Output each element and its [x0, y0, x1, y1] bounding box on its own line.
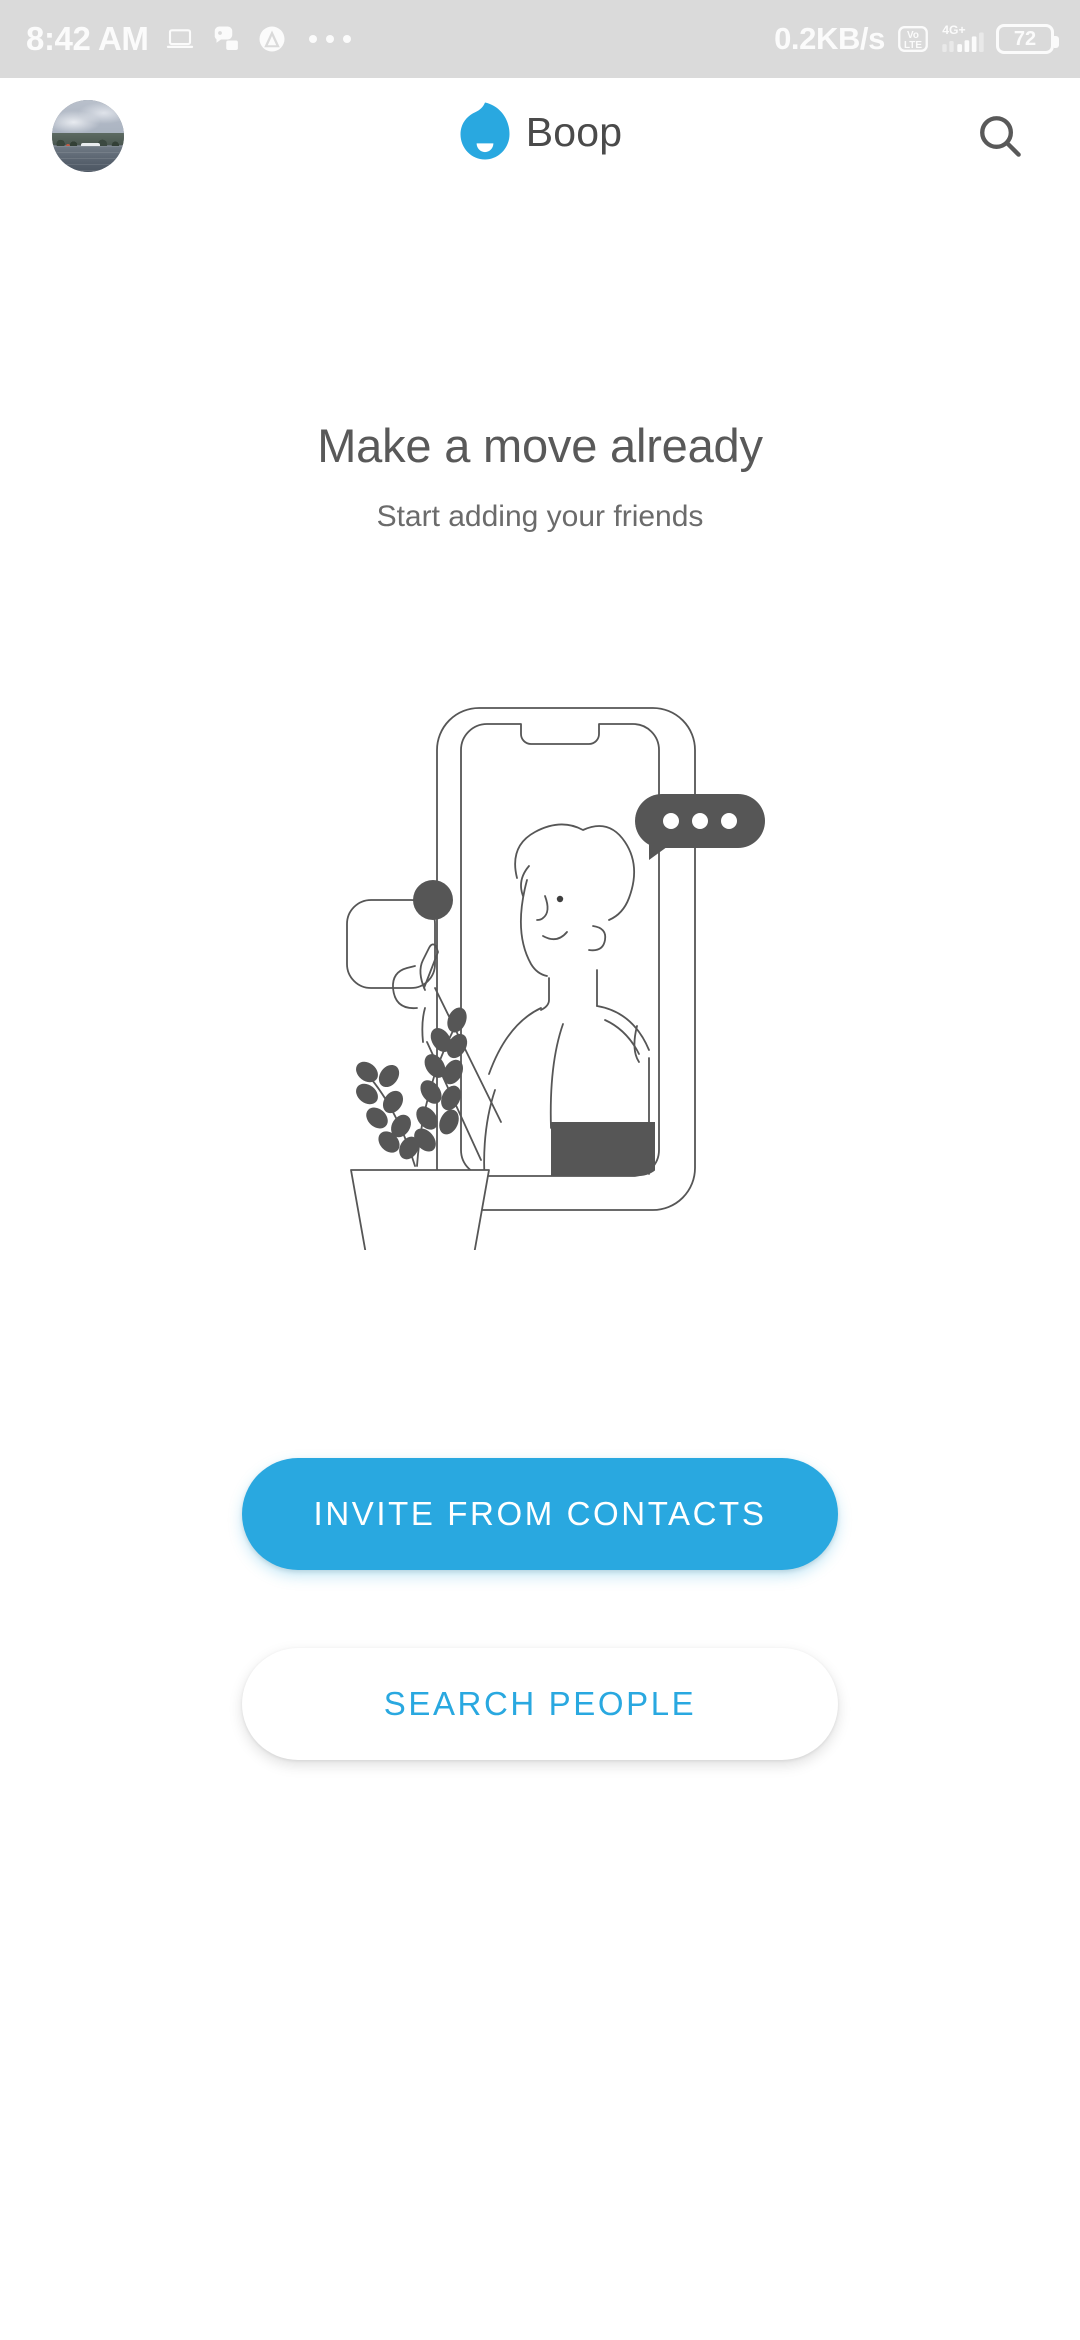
search-icon[interactable]	[966, 102, 1034, 170]
network-speed-text: 0.2KB/s	[774, 21, 885, 56]
a-app-icon	[259, 26, 285, 52]
volte-bottom-label: LTE	[904, 40, 922, 51]
battery-icon: 72	[996, 24, 1059, 54]
chat-app-icon	[214, 26, 238, 50]
thumb-edge	[421, 1007, 426, 1043]
brand: Boop	[0, 78, 1080, 186]
app-screen: 8:42 AM 0.2KB/s Vo LTE 4G+ 72 Boop Make …	[0, 0, 1080, 2340]
ear	[588, 925, 607, 952]
overflow-dots-icon	[308, 35, 351, 43]
nose	[536, 895, 549, 921]
invite-from-contacts-button[interactable]: INVITE FROM CONTACTS	[242, 1458, 838, 1570]
plant-leaves	[356, 1007, 468, 1160]
eye-dot	[556, 895, 564, 903]
plant-pot	[350, 1169, 490, 1250]
search-glyph	[980, 116, 1021, 157]
signal-4gplus-icon: 4G+	[942, 23, 984, 52]
brand-name: Boop	[525, 108, 623, 155]
shoulder-left	[488, 1007, 542, 1075]
illustration-svg	[346, 707, 765, 1250]
page-title: Make a move already	[317, 419, 763, 472]
boop-droplet-logo	[460, 102, 510, 160]
skirt	[551, 1122, 655, 1176]
typing-dot-3	[721, 813, 737, 829]
status-bar-left: 8:42 AM	[26, 20, 351, 58]
volte-icon: Vo LTE	[898, 26, 928, 52]
neck-left	[540, 977, 550, 1011]
notification-badge-dot	[413, 880, 453, 920]
app-bar: Boop	[0, 78, 1080, 186]
hair	[514, 823, 635, 921]
smile	[542, 931, 568, 941]
shirt-fold	[549, 1023, 564, 1129]
status-bar: 8:42 AM 0.2KB/s Vo LTE 4G+ 72	[0, 0, 1080, 78]
shoulder-right	[596, 1005, 650, 1051]
typing-dot-2	[692, 813, 708, 829]
status-bar-right: 0.2KB/s Vo LTE 4G+ 72	[774, 21, 1059, 57]
battery-level-label: 72	[1013, 28, 1037, 50]
typing-dot-1	[663, 813, 679, 829]
status-bar-clock: 8:42 AM	[26, 20, 149, 57]
laptop-icon	[166, 29, 193, 48]
potted-plant	[350, 1007, 490, 1250]
chat-bubble	[635, 794, 765, 860]
face-profile	[520, 879, 548, 977]
page-subtitle: Start adding your friends	[376, 500, 704, 533]
search-people-button[interactable]: SEARCH PEOPLE	[242, 1648, 838, 1760]
svg-text:4G+: 4G+	[942, 23, 965, 37]
empty-state-illustration	[0, 690, 1080, 1250]
